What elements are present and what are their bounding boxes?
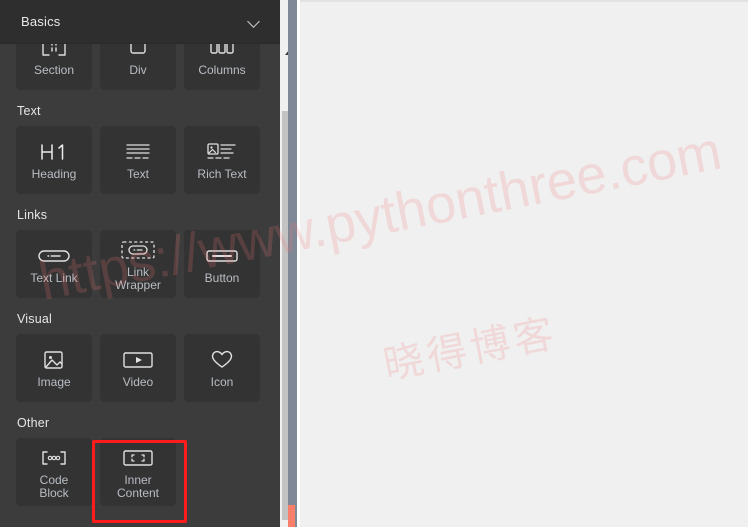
element-tile-label: Button [204,271,240,286]
element-tile-label: Text [126,167,149,182]
code-block-icon [37,445,71,471]
element-tile-label: Columns [198,63,246,78]
columns-icon [208,44,236,61]
element-tile-label: Div [129,63,147,78]
element-tile-label: Section [33,63,75,78]
element-tile-text[interactable]: Text [100,126,176,194]
text-block-icon [122,139,154,165]
element-tile-label: Text Link [30,271,78,286]
element-tile-label: Link Wrapper [115,265,161,292]
element-tile-rich-text[interactable]: Rich Text [184,126,260,194]
div-block-icon [125,44,151,61]
element-tile-label: Inner Content [116,473,160,500]
element-tile-image[interactable]: Image [16,334,92,402]
panel-header[interactable]: Basics [0,0,280,44]
element-tile-div[interactable]: Div [100,44,176,90]
element-tile-label: Code Block [39,473,69,500]
rich-text-icon [205,139,239,165]
button-icon [204,243,240,269]
inner-content-icon [121,445,155,471]
element-tile-label: Image [37,375,71,390]
element-tile-code-block[interactable]: Code Block [16,438,92,506]
element-tile-button[interactable]: Button [184,230,260,298]
image-icon [41,347,67,373]
element-tile-label: Rich Text [197,167,247,182]
element-group-links: Text Link Link Wrapper Button [16,230,264,298]
group-heading-visual: Visual [17,312,53,326]
group-heading-other: Other [17,416,50,430]
outer-scrollbar-accent [288,505,295,527]
element-tile-section[interactable]: Section [16,44,92,90]
element-tile-columns[interactable]: Columns [184,44,260,90]
panel-scroll-content: Section Div Columns Text Heading Text Ri… [0,44,280,527]
canvas-top-border [300,0,748,2]
element-tile-heading[interactable]: Heading [16,126,92,194]
element-group-visual: Image Video Icon [16,334,264,402]
app-root: Basics Section Div Columns Text Heading … [0,0,748,527]
heading-h1-icon [37,139,71,165]
element-tile-video[interactable]: Video [100,334,176,402]
element-tile-label: Heading [31,167,77,182]
group-heading-links: Links [17,208,48,222]
element-group-text: Heading Text Rich Text [16,126,264,194]
panel-canvas-divider [297,0,300,527]
panel-title: Basics [21,14,61,29]
element-tile-label: Video [122,375,154,390]
element-tile-label: Icon [210,375,234,390]
element-tile-link-wrapper[interactable]: Link Wrapper [100,230,176,298]
link-icon [36,243,72,269]
element-tile-inner-content[interactable]: Inner Content [100,438,176,506]
element-tile-text-link[interactable]: Text Link [16,230,92,298]
section-icon [41,44,67,61]
chevron-down-icon[interactable] [248,15,262,29]
link-wrapper-icon [120,237,156,263]
element-group-other: Code Block Inner Content [16,438,264,506]
element-group-layout: Section Div Columns [16,44,264,90]
design-canvas[interactable] [300,0,748,527]
element-tile-icon[interactable]: Icon [184,334,260,402]
heart-icon [209,347,235,373]
video-play-icon [121,347,155,373]
add-elements-panel: Basics Section Div Columns Text Heading … [0,0,280,527]
group-heading-text: Text [17,104,41,118]
